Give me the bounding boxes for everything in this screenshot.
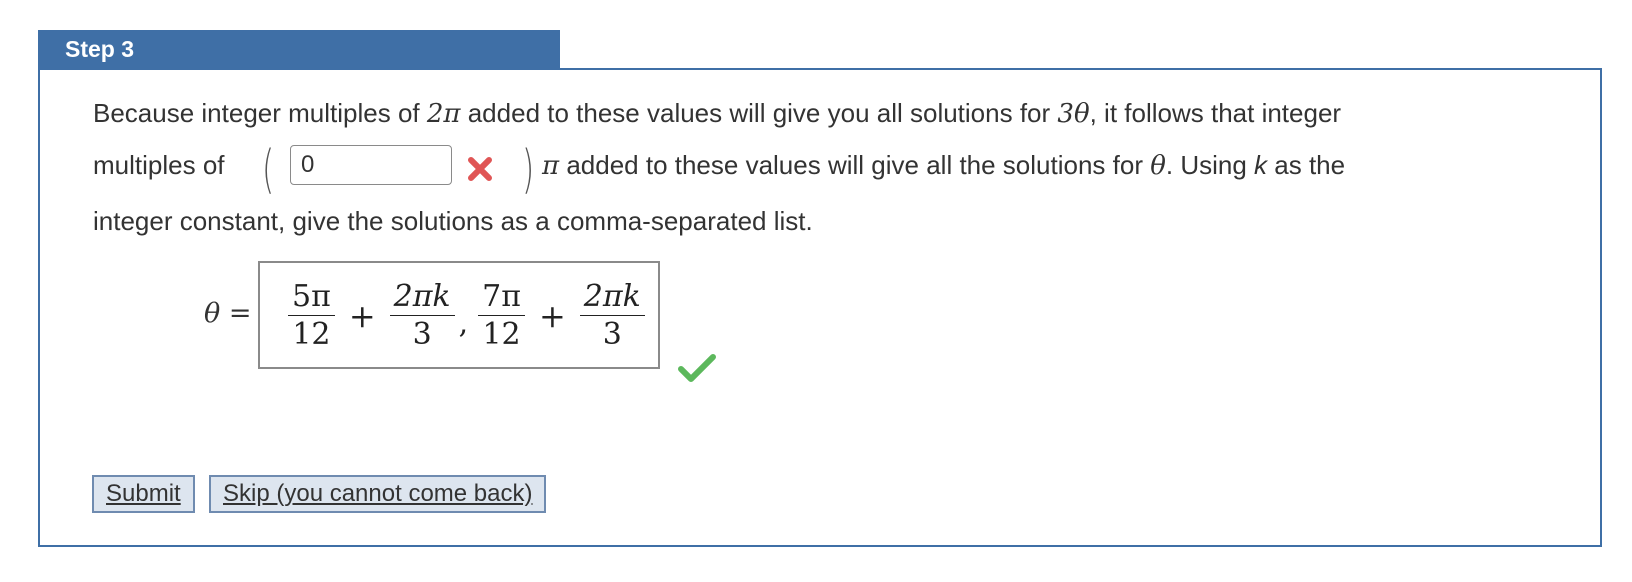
submit-button[interactable]: Submit [92, 475, 195, 513]
checkmark-icon [678, 354, 716, 382]
fraction-2pik-3: 2πk 3 [389, 279, 455, 354]
step-header: Step 3 [38, 30, 560, 69]
instruction-line-2-start: multiples of [93, 150, 225, 180]
theta-equals-label: θ = [204, 298, 252, 329]
solution-answer-box[interactable]: 5π 12 + 2πk 3 , 7π 12 + 2πk 3 [258, 261, 660, 369]
instruction-line-2-end: π added to these values will give all th… [542, 150, 1346, 181]
x-mark-icon [468, 157, 492, 181]
multiple-input[interactable] [290, 145, 452, 185]
fraction-7pi-12: 7π 12 [478, 279, 525, 354]
skip-button[interactable]: Skip (you cannot come back) [209, 475, 547, 513]
plus-sign: + [538, 297, 566, 335]
instruction-line-3: integer constant, give the solutions as … [93, 206, 813, 236]
fraction-5pi-12: 5π 12 [288, 279, 335, 354]
step-title: Step 3 [65, 36, 135, 62]
solution-expression: 5π 12 + 2πk 3 , 7π 12 + 2πk 3 [284, 273, 649, 359]
left-paren: ( [262, 140, 275, 200]
right-paren: ) [522, 140, 535, 200]
instruction-line-1: Because integer multiples of 2π added to… [93, 98, 1342, 129]
comma-separator: , [458, 306, 469, 341]
fraction-2pik-3: 2πk 3 [579, 279, 645, 354]
plus-sign: + [348, 297, 376, 335]
